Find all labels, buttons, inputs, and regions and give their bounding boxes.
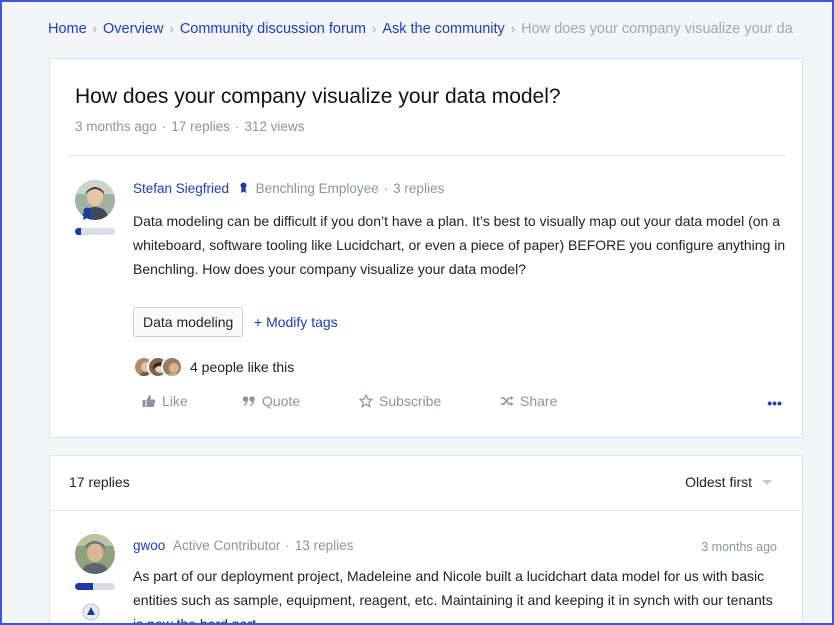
- reply-body: As part of our deployment project, Madel…: [133, 568, 773, 625]
- topic-meta: 3 months ago · 17 replies · 312 views: [75, 119, 304, 134]
- rank-progress-bar: [75, 228, 115, 235]
- divider: [67, 155, 785, 156]
- reply-author-line: gwoo Active Contributor · 13 replies: [133, 538, 353, 553]
- liker-avatars[interactable]: [133, 356, 185, 378]
- topic-card: How does your company visualize your dat…: [49, 58, 803, 438]
- share-button[interactable]: Share: [500, 393, 557, 409]
- breadcrumb-separator: ›: [92, 21, 98, 36]
- subscribe-button[interactable]: Subscribe: [359, 393, 441, 409]
- modify-tags-link[interactable]: + Modify tags: [254, 314, 338, 330]
- meta-dot: ·: [285, 538, 290, 553]
- like-button[interactable]: Like: [142, 393, 188, 409]
- breadcrumb-separator: ›: [169, 21, 174, 36]
- thumbs-up-icon: [142, 395, 156, 407]
- share-label: Share: [520, 393, 558, 409]
- like-label: Like: [162, 393, 188, 409]
- rank-progress-fill: [75, 228, 81, 235]
- star-icon: [359, 394, 373, 408]
- topic-views: 312 views: [244, 119, 305, 134]
- meta-dot: ·: [161, 119, 167, 134]
- topic-age: 3 months ago: [75, 119, 157, 134]
- breadcrumb-home[interactable]: Home: [48, 21, 87, 37]
- reply-timestamp: 3 months ago: [701, 540, 777, 554]
- sort-dropdown[interactable]: Oldest first: [685, 474, 772, 490]
- sort-label: Oldest first: [685, 474, 752, 490]
- reply-rank-progress-bar: [75, 583, 115, 590]
- replies-count: 17 replies: [69, 474, 130, 490]
- employee-badge-icon: [83, 207, 91, 220]
- quote-icon: [242, 396, 255, 406]
- author-role: Benchling Employee: [255, 181, 379, 196]
- replies-header: 17 replies Oldest first: [50, 456, 802, 511]
- breadcrumb-forum[interactable]: Community discussion forum: [180, 21, 366, 37]
- breadcrumb-separator: ›: [510, 21, 516, 36]
- contributor-badge-icon: [82, 603, 100, 621]
- breadcrumb: Home › Overview › Community discussion forum…: [48, 21, 793, 37]
- shuffle-share-icon: [501, 396, 514, 406]
- post-author-line: Stefan Siegfried Benchling Employee · 3 re…: [133, 181, 444, 196]
- chevron-down-icon: [762, 479, 772, 485]
- meta-dot: ·: [383, 181, 389, 196]
- breadcrumb-current: How does your company visualize your da: [521, 21, 793, 37]
- liker-avatar: [161, 356, 183, 378]
- meta-dot: ·: [234, 119, 240, 134]
- employee-ribbon-icon: [240, 182, 247, 193]
- breadcrumb-separator: ›: [371, 21, 377, 36]
- post-actions: Like Quote Subscribe Share •••: [142, 393, 782, 415]
- reply-author-reply-count: 13 replies: [294, 538, 354, 553]
- reply-avatar[interactable]: [75, 534, 115, 574]
- tag-data-modeling[interactable]: Data modeling: [133, 307, 244, 337]
- topic-replies: 17 replies: [171, 119, 230, 134]
- reply-author-role: Active Contributor: [173, 538, 281, 553]
- breadcrumb-ask-community[interactable]: Ask the community: [382, 21, 505, 37]
- post-body: Data modeling can be difficult if you do…: [133, 213, 786, 277]
- replies-card: 17 replies Oldest first gwoo Active Cont…: [49, 455, 803, 625]
- more-options-button[interactable]: •••: [767, 395, 782, 411]
- subscribe-label: Subscribe: [379, 393, 442, 409]
- breadcrumb-overview[interactable]: Overview: [103, 21, 163, 37]
- author-name-link[interactable]: Stefan Siegfried: [133, 181, 229, 196]
- quote-label: Quote: [262, 393, 301, 409]
- page-frame: Home › Overview › Community discussion forum…: [0, 0, 834, 625]
- page-title: How does your company visualize your dat…: [75, 85, 561, 108]
- likes-count-text[interactable]: 4 people like this: [190, 359, 294, 375]
- reply-rank-progress-fill: [75, 583, 93, 590]
- author-reply-count: 3 replies: [393, 181, 445, 196]
- quote-button[interactable]: Quote: [242, 393, 300, 409]
- reply-author-name-link[interactable]: gwoo: [133, 538, 165, 553]
